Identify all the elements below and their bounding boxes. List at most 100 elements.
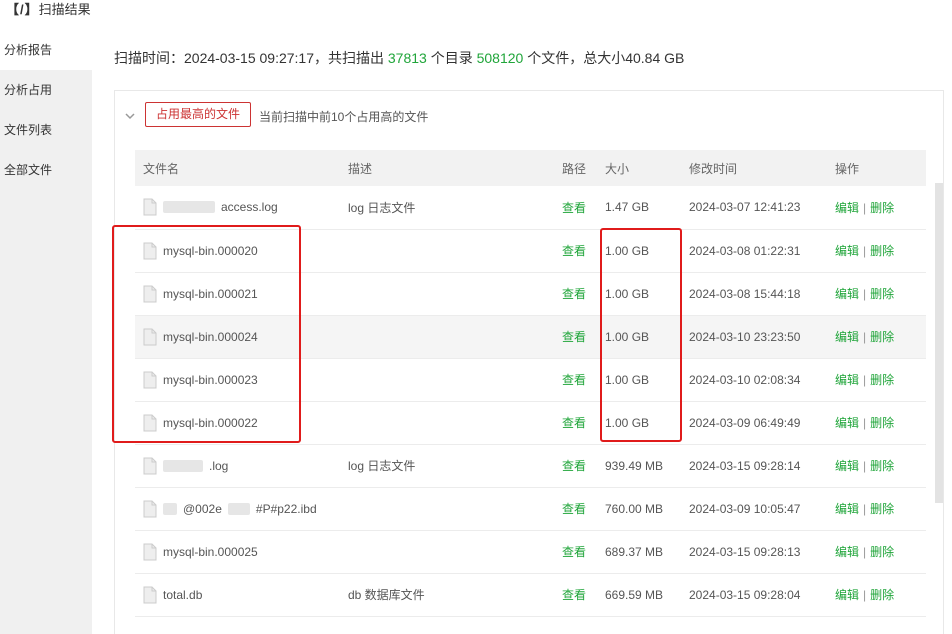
delete-link[interactable]: 删除 (870, 244, 894, 258)
chevron-down-icon[interactable] (125, 111, 135, 121)
file-name: mysql-bin.000025 (163, 544, 258, 559)
top-files-note: 当前扫描中前10个占用高的文件 (259, 110, 429, 124)
edit-link[interactable]: 编辑 (835, 244, 859, 258)
file-desc (348, 530, 562, 573)
table-row: mysql-bin.000025 查看 689.37 MB 2024-03-15… (135, 530, 926, 573)
file-size: 1.00 GB (605, 415, 650, 430)
file-name-suffix: #P#p22.ibd (255, 501, 317, 516)
table-row: mysql-bin.000022 查看 1.00 GB 2024-03-09 0… (135, 401, 926, 444)
table-row: mysql-bin.000021 查看 1.00 GB 2024-03-08 1… (135, 272, 926, 315)
view-link[interactable]: 查看 (562, 330, 586, 344)
edit-link[interactable]: 编辑 (835, 502, 859, 516)
view-link[interactable]: 查看 (562, 287, 586, 301)
delete-link[interactable]: 删除 (870, 545, 894, 559)
view-link[interactable]: 查看 (562, 244, 586, 258)
edit-link[interactable]: 编辑 (835, 201, 859, 215)
view-link[interactable]: 查看 (562, 588, 586, 602)
op-separator: | (863, 287, 867, 301)
edit-link[interactable]: 编辑 (835, 287, 859, 301)
edit-link[interactable]: 编辑 (835, 330, 859, 344)
header-size: 大小 (605, 161, 630, 176)
redacted-text (163, 459, 203, 472)
top-files-button[interactable]: 占用最高的文件 (145, 102, 252, 127)
edit-link[interactable]: 编辑 (835, 373, 859, 387)
view-link[interactable]: 查看 (562, 416, 586, 430)
file-name: mysql-bin.000021 (163, 286, 258, 301)
delete-link[interactable]: 删除 (870, 459, 894, 473)
file-mtime: 2024-03-15 09:28:14 (689, 458, 801, 473)
sidebar-item-report[interactable]: 分析报告 (0, 30, 92, 70)
table-row: @002e #P#p22.ibd 查看 760.00 MB 2024-03-09 … (135, 487, 926, 530)
header-mtime: 修改时间 (689, 161, 738, 176)
file-icon (143, 285, 157, 302)
op-separator: | (863, 416, 867, 430)
table-row: access.log log 日志文件 查看 1.47 GB 2024-03-0… (135, 186, 926, 229)
op-separator: | (863, 200, 867, 215)
delete-link[interactable]: 删除 (870, 373, 894, 387)
delete-link[interactable]: 删除 (870, 588, 894, 602)
summary-suffix: 个文件，总大小40.84 GB (523, 50, 685, 66)
table-row-hovered: mysql-bin.000024 查看 1.00 GB 2024-03-10 2… (135, 315, 926, 358)
view-link[interactable]: 查看 (562, 373, 586, 387)
header-path: 路径 (562, 161, 587, 176)
file-icon (143, 414, 157, 431)
table-header: 文件名 描述 路径 大小 修改时间 操作 (135, 150, 926, 186)
file-mtime: 2024-03-08 15:44:18 (689, 286, 801, 301)
edit-link[interactable]: 编辑 (835, 545, 859, 559)
file-icon (143, 198, 157, 216)
sidebar-item-usage[interactable]: 分析占用 (0, 70, 92, 110)
file-size: 1.00 GB (605, 329, 650, 344)
op-separator: | (863, 588, 867, 602)
edit-link[interactable]: 编辑 (835, 416, 859, 430)
delete-link[interactable]: 删除 (870, 287, 894, 301)
file-size: 669.59 MB (605, 587, 664, 602)
file-name: @002e (183, 501, 222, 516)
table-row: mysql-bin.000023 查看 1.00 GB 2024-03-10 0… (135, 358, 926, 401)
file-size: 939.49 MB (605, 458, 664, 473)
table-row: mysql-bin.000020 查看 1.00 GB 2024-03-08 0… (135, 229, 926, 272)
edit-link[interactable]: 编辑 (835, 459, 859, 473)
delete-link[interactable]: 删除 (870, 416, 894, 430)
sidebar-item-all-files[interactable]: 全部文件 (0, 150, 92, 190)
view-link[interactable]: 查看 (562, 459, 586, 473)
view-link[interactable]: 查看 (562, 201, 586, 215)
file-desc (348, 315, 562, 358)
file-desc: log 日志文件 (348, 459, 416, 473)
file-desc (348, 358, 562, 401)
file-desc (348, 229, 562, 272)
file-size: 760.00 MB (605, 501, 664, 516)
scrollbar-thumb[interactable] (935, 183, 943, 503)
file-mtime: 2024-03-07 12:41:23 (689, 200, 801, 215)
file-mtime: 2024-03-10 02:08:34 (689, 372, 801, 387)
file-icon (143, 543, 157, 560)
file-mtime: 2024-03-09 06:49:49 (689, 415, 801, 430)
file-desc: db 数据库文件 (348, 588, 425, 602)
table-row: total.db db 数据库文件 查看 669.59 MB 2024-03-1… (135, 573, 926, 616)
file-desc (348, 487, 562, 530)
view-link[interactable]: 查看 (562, 502, 586, 516)
delete-link[interactable]: 删除 (870, 502, 894, 516)
file-name: mysql-bin.000020 (163, 243, 258, 258)
file-size: 1.47 GB (605, 200, 650, 215)
header-ops: 操作 (835, 161, 860, 176)
file-desc: log 日志文件 (348, 200, 416, 215)
view-link[interactable]: 查看 (562, 545, 586, 559)
table-row: .log log 日志文件 查看 939.49 MB 2024-03-15 09… (135, 444, 926, 487)
file-name: total.db (163, 587, 203, 602)
summary-prefix: 扫描时间：2024-03-15 09:27:17，共扫描出 (114, 50, 388, 66)
file-mtime: 2024-03-08 01:22:31 (689, 243, 801, 258)
file-count: 508120 (476, 50, 524, 66)
file-size: 689.37 MB (605, 544, 664, 559)
file-name: mysql-bin.000023 (163, 372, 258, 387)
sidebar-item-file-list[interactable]: 文件列表 (0, 110, 92, 150)
header-desc: 描述 (348, 161, 373, 176)
delete-link[interactable]: 删除 (870, 201, 894, 215)
files-table: 文件名 描述 路径 大小 修改时间 操作 access.log log 日志文件… (135, 150, 926, 617)
file-mtime: 2024-03-09 10:05:47 (689, 501, 801, 516)
redacted-text (227, 502, 250, 515)
file-name: mysql-bin.000022 (163, 415, 258, 430)
op-separator: | (863, 502, 867, 516)
file-icon (143, 500, 157, 517)
edit-link[interactable]: 编辑 (835, 588, 859, 602)
delete-link[interactable]: 删除 (870, 330, 894, 344)
